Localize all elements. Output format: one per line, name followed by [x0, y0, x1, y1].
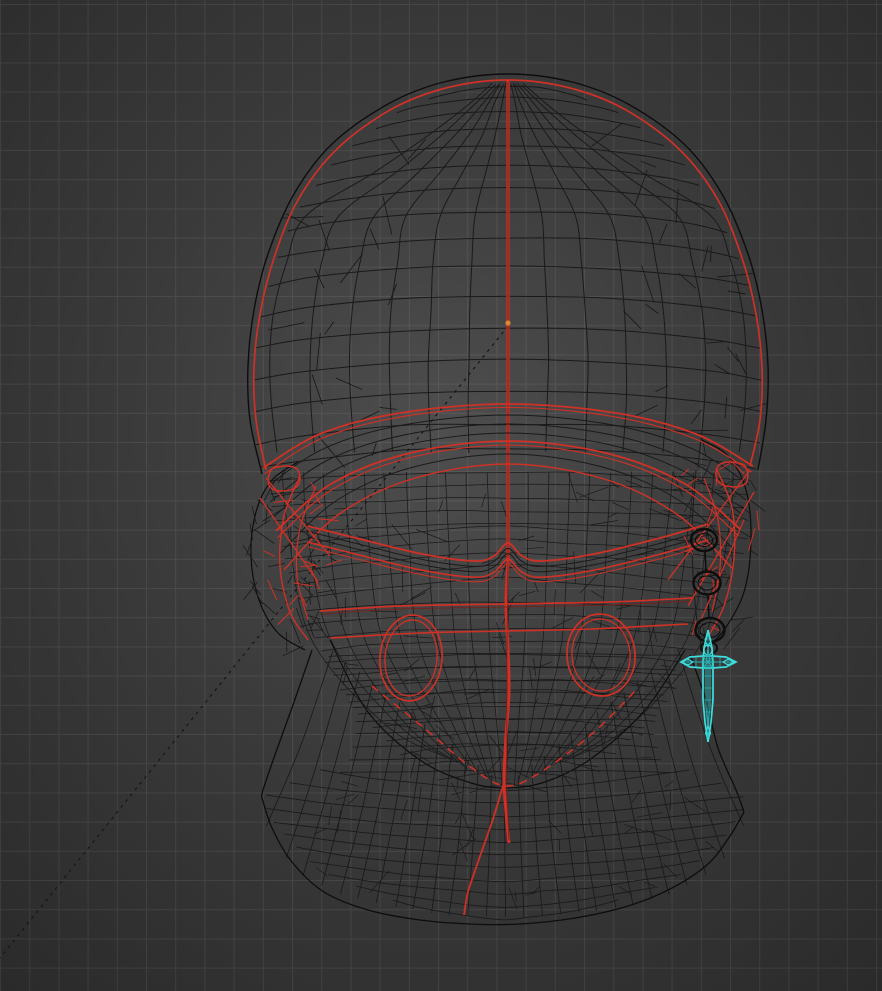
- object-origin-point: [505, 320, 510, 325]
- viewport-canvas: [0, 0, 882, 991]
- 3d-viewport[interactable]: [0, 0, 882, 991]
- viewport-grid: [0, 0, 882, 991]
